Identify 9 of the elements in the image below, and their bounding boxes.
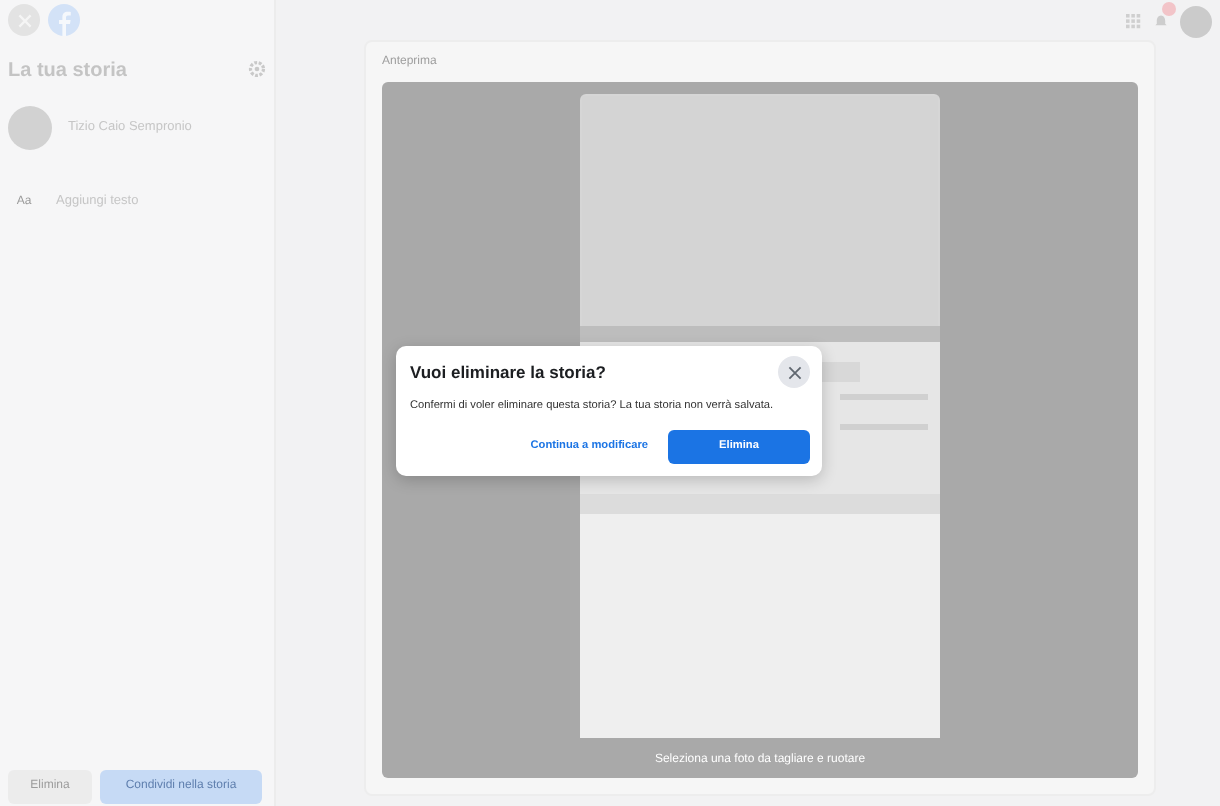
menu-icon[interactable]: [1126, 13, 1142, 29]
settings-icon[interactable]: [248, 60, 266, 78]
avatar: [8, 106, 52, 150]
close-icon[interactable]: [787, 365, 801, 379]
notifications-icon[interactable]: [1154, 14, 1168, 28]
close-button[interactable]: [778, 356, 810, 388]
dialog-title: Vuoi eliminare la storia?: [410, 361, 606, 383]
profile-avatar[interactable]: [1180, 5, 1212, 37]
logo-icon[interactable]: [48, 4, 80, 36]
